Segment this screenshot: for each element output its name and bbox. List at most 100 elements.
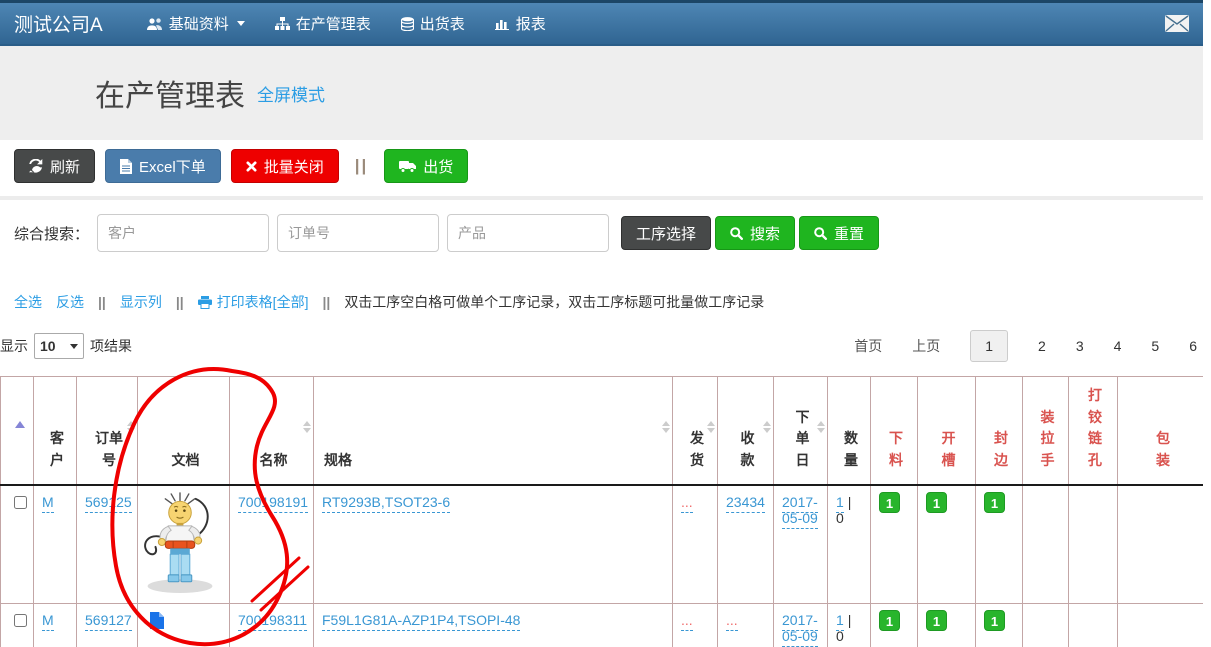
spec-link[interactable]: RT9293B,TSOT23-6: [322, 494, 450, 513]
process-count-badge[interactable]: 1: [926, 610, 947, 631]
batch-close-button[interactable]: 批量关闭: [231, 149, 339, 183]
process-cell-fengbian[interactable]: 1: [976, 603, 1023, 647]
shipping-link[interactable]: ...: [681, 494, 693, 513]
process-select-label: 工序选择: [636, 223, 696, 244]
col-header-select[interactable]: [1, 377, 34, 485]
order-date-link[interactable]: 2017-05-09: [782, 494, 818, 529]
sort-icon: [817, 421, 825, 433]
process-count-badge[interactable]: 1: [926, 492, 947, 513]
nav-item-basic-data[interactable]: 基础资料: [147, 13, 245, 34]
chevron-down-icon: [70, 344, 78, 349]
table-row: M 569127 700198311 F59L1G81A-AZP1P4,TSOP…: [1, 603, 1204, 647]
sort-icon: [127, 421, 135, 433]
process-count-badge[interactable]: 1: [879, 492, 900, 513]
customer-link[interactable]: M: [42, 612, 54, 631]
process-select-button[interactable]: 工序选择: [621, 216, 711, 250]
brand-link[interactable]: 测试公司A: [14, 10, 103, 37]
process-count-badge[interactable]: 1: [984, 610, 1005, 631]
page-title: 在产管理表: [95, 71, 245, 115]
ship-button[interactable]: 出货: [384, 149, 468, 183]
col-header-customer[interactable]: 客 户: [34, 377, 77, 485]
col-header-process-zhualashou[interactable]: 装 拉 手: [1023, 377, 1069, 485]
process-cell-fengbian[interactable]: 1: [976, 485, 1023, 604]
col-header-spec[interactable]: 规格: [314, 377, 673, 485]
payment-link[interactable]: ...: [726, 612, 738, 631]
process-cell-baozhuang[interactable]: [1118, 485, 1204, 604]
col-header-name[interactable]: 名称: [230, 377, 314, 485]
order-no-search-input[interactable]: [277, 214, 439, 252]
name-link[interactable]: 700198191: [238, 494, 308, 513]
shipping-link[interactable]: ...: [681, 612, 693, 631]
process-cell-kaicao[interactable]: 1: [918, 603, 976, 647]
pagination-page-6[interactable]: 6: [1189, 338, 1197, 354]
col-header-process-baozhuang[interactable]: 包 装: [1118, 377, 1204, 485]
separator: ||: [176, 294, 184, 310]
process-cell-dajiaoliankong[interactable]: [1069, 485, 1118, 604]
refresh-button[interactable]: 刷新: [14, 149, 95, 183]
toolbar-separator: ||: [355, 156, 369, 176]
process-count-badge[interactable]: 1: [879, 610, 900, 631]
order-date-link[interactable]: 2017-05-09: [782, 612, 818, 647]
pagination-first[interactable]: 首页: [854, 336, 882, 356]
invert-select-link[interactable]: 反选: [56, 292, 84, 312]
nav-item-production-table[interactable]: 在产管理表: [275, 13, 371, 34]
customer-cell: M: [34, 603, 77, 647]
reset-button[interactable]: 重置: [799, 216, 879, 250]
nav-item-reports[interactable]: 报表: [495, 13, 546, 34]
col-header-order-date[interactable]: 下 单 日: [774, 377, 828, 485]
pagination-page-1[interactable]: 1: [970, 330, 1008, 362]
row-checkbox[interactable]: [14, 614, 27, 627]
pagination-page-3[interactable]: 3: [1076, 338, 1084, 354]
customer-search-input[interactable]: [97, 214, 269, 252]
excel-order-button[interactable]: Excel下单: [105, 149, 221, 183]
product-search-input[interactable]: [447, 214, 609, 252]
nav-item-label: 在产管理表: [296, 13, 371, 34]
payment-link[interactable]: 23434: [726, 494, 765, 513]
process-cell-zhualashou[interactable]: [1023, 603, 1069, 647]
col-header-process-fengbian[interactable]: 封 边: [976, 377, 1023, 485]
name-cell: 700198191: [230, 485, 314, 604]
select-all-link[interactable]: 全选: [14, 292, 42, 312]
pagination-page-2[interactable]: 2: [1038, 338, 1046, 354]
pagination-page-5[interactable]: 5: [1151, 338, 1159, 354]
process-count-badge[interactable]: 1: [984, 492, 1005, 513]
col-header-shipping[interactable]: 发 货: [673, 377, 718, 485]
file-icon[interactable]: [150, 612, 164, 632]
col-header-document[interactable]: 文档: [138, 377, 230, 485]
truck-icon: [399, 160, 416, 173]
col-header-process-kaicao[interactable]: 开 槽: [918, 377, 976, 485]
col-header-payment[interactable]: 收 款: [718, 377, 774, 485]
process-cell-xialiao[interactable]: 1: [871, 603, 918, 647]
col-header-quantity[interactable]: 数 量: [828, 377, 871, 485]
process-cell-baozhuang[interactable]: [1118, 603, 1204, 647]
page-size-select[interactable]: 10: [34, 333, 84, 359]
process-cell-zhualashou[interactable]: [1023, 485, 1069, 604]
lego-figure-thumbnail[interactable]: [140, 492, 220, 597]
pagination-page-4[interactable]: 4: [1114, 338, 1122, 354]
select-cell: [1, 485, 34, 604]
nav-item-shipment-table[interactable]: 出货表: [401, 13, 465, 34]
show-columns-link[interactable]: 显示列: [120, 292, 162, 312]
order-no-link[interactable]: 569125: [85, 494, 132, 513]
col-header-process-xialiao[interactable]: 下 料: [871, 377, 918, 485]
results-label: 项结果: [90, 336, 132, 356]
order-no-link[interactable]: 569127: [85, 612, 132, 631]
search-button[interactable]: 搜索: [715, 216, 795, 250]
customer-link[interactable]: M: [42, 494, 54, 513]
row-checkbox[interactable]: [14, 496, 27, 509]
mail-button[interactable]: [1165, 15, 1189, 32]
process-cell-xialiao[interactable]: 1: [871, 485, 918, 604]
order-date-cell: 2017-05-09: [774, 485, 828, 604]
spec-link[interactable]: F59L1G81A-AZP1P4,TSOPI-48: [322, 612, 520, 631]
process-cell-kaicao[interactable]: 1: [918, 485, 976, 604]
name-cell: 700198311: [230, 603, 314, 647]
col-header-process-dajiaoliankong[interactable]: 打 铰 链 孔: [1069, 377, 1118, 485]
process-cell-dajiaoliankong[interactable]: [1069, 603, 1118, 647]
fullscreen-link[interactable]: 全屏模式: [257, 81, 325, 106]
print-table-link[interactable]: 打印表格[全部]: [198, 292, 309, 312]
payment-cell: 23434: [718, 485, 774, 604]
pagination-prev[interactable]: 上页: [912, 336, 940, 356]
col-header-order-no[interactable]: 订单 号: [77, 377, 138, 485]
toolbar: 刷新 Excel下单 批量关闭 || 出货: [0, 140, 1203, 196]
name-link[interactable]: 700198311: [238, 612, 307, 631]
